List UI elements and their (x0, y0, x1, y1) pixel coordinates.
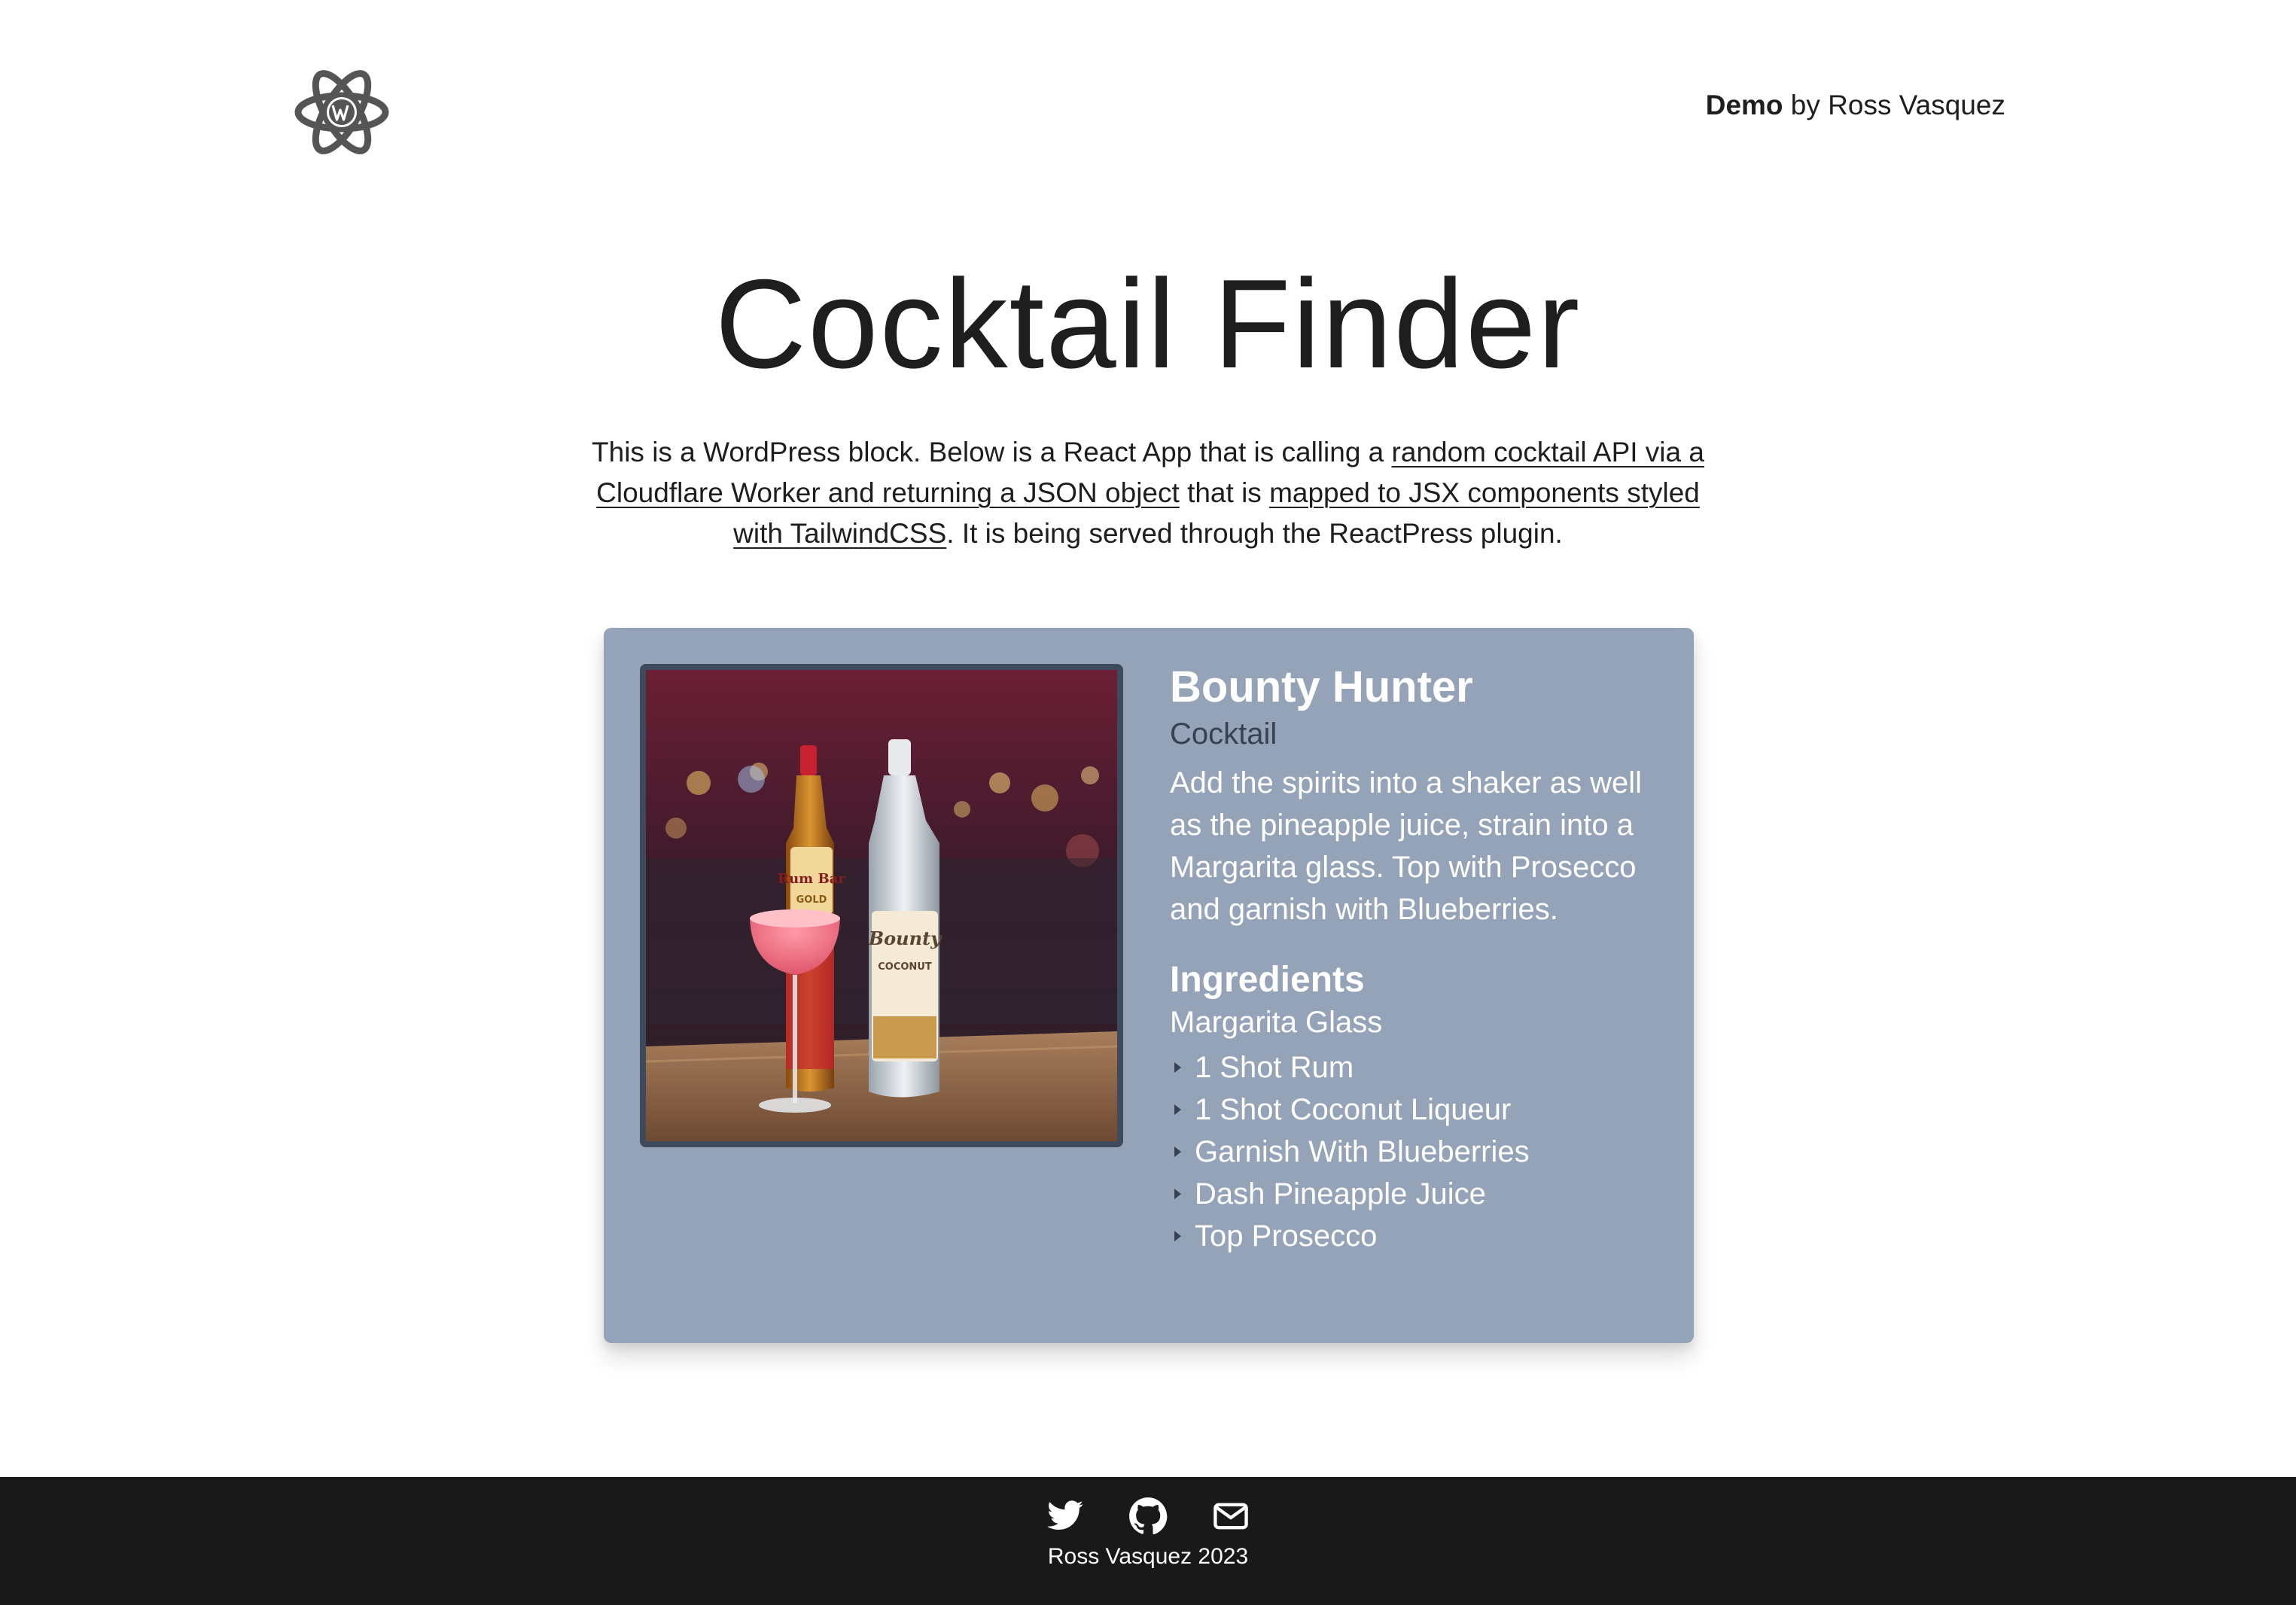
ingredient-list: 1 Shot Rum 1 Shot Coconut Liqueur Garnis… (1170, 1046, 1667, 1257)
ingredient-text: Dash Pineapple Juice (1195, 1177, 1486, 1211)
cocktail-photo-illustration: Rum Bar GOLD Bounty COCONUT (646, 670, 1117, 1141)
intro-text-1: This is a WordPress block. Below is a Re… (592, 437, 1392, 467)
intro-paragraph: This is a WordPress block. Below is a Re… (572, 432, 1724, 554)
wordpress-react-logo-icon[interactable] (292, 65, 391, 160)
rum-bottle-label: Rum Bar (778, 871, 845, 887)
list-item: 1 Shot Coconut Liqueur (1170, 1089, 1667, 1131)
drink-category: Cocktail (1170, 717, 1277, 751)
header-credit: Demo by Ross Vasquez (1706, 87, 2005, 123)
triangle-bullet-icon (1174, 1104, 1181, 1115)
cocktail-photo: Rum Bar GOLD Bounty COCONUT (640, 664, 1123, 1147)
list-item: Top Prosecco (1170, 1215, 1667, 1257)
ingredients-heading: Ingredients (1170, 960, 1365, 1000)
bounty-bottle-sublabel: COCONUT (878, 961, 932, 973)
cocktail-details: Bounty Hunter Cocktail Add the spirits i… (1170, 661, 1667, 1257)
list-item: Dash Pineapple Juice (1170, 1173, 1667, 1215)
site-footer: Ross Vasquez 2023 (0, 1477, 2296, 1605)
cocktail-card: Rum Bar GOLD Bounty COCONUT Bounty Hunte… (604, 628, 1694, 1343)
intro-text-2: that is (1179, 477, 1270, 508)
footer-credit: Ross Vasquez 2023 (1047, 1544, 1249, 1569)
twitter-icon[interactable] (1046, 1497, 1085, 1536)
github-icon[interactable] (1128, 1497, 1168, 1536)
triangle-bullet-icon (1174, 1189, 1181, 1199)
ingredient-text: 1 Shot Coconut Liqueur (1195, 1093, 1512, 1126)
mail-icon[interactable] (1211, 1497, 1250, 1536)
header-brand-bold: Demo (1705, 90, 1783, 120)
rum-bottle-sublabel: GOLD (796, 894, 827, 906)
list-item: Garnish With Blueberries (1170, 1131, 1667, 1173)
ingredient-text: Top Prosecco (1195, 1220, 1378, 1253)
page: Demo by Ross Vasquez Cocktail Finder Thi… (0, 0, 2296, 1605)
drink-instructions: Add the spirits into a shaker as well as… (1170, 766, 1642, 926)
list-item: 1 Shot Rum (1170, 1046, 1667, 1089)
site-header: Demo by Ross Vasquez (0, 0, 2296, 181)
triangle-bullet-icon (1174, 1231, 1181, 1241)
ingredient-text: 1 Shot Rum (1195, 1051, 1354, 1084)
triangle-bullet-icon (1174, 1147, 1181, 1157)
bounty-bottle-label: Bounty (868, 927, 942, 949)
ingredient-text: Garnish With Blueberries (1195, 1135, 1530, 1168)
intro-text-3: . It is being served through the ReactPr… (946, 518, 1563, 549)
triangle-bullet-icon (1174, 1062, 1181, 1073)
page-title: Cocktail Finder (714, 253, 1582, 394)
glass-type: Margarita Glass (1170, 1006, 1383, 1039)
header-brand-rest: by Ross Vasquez (1783, 90, 2005, 120)
social-links (0, 1497, 2296, 1536)
drink-name: Bounty Hunter (1170, 662, 1473, 711)
